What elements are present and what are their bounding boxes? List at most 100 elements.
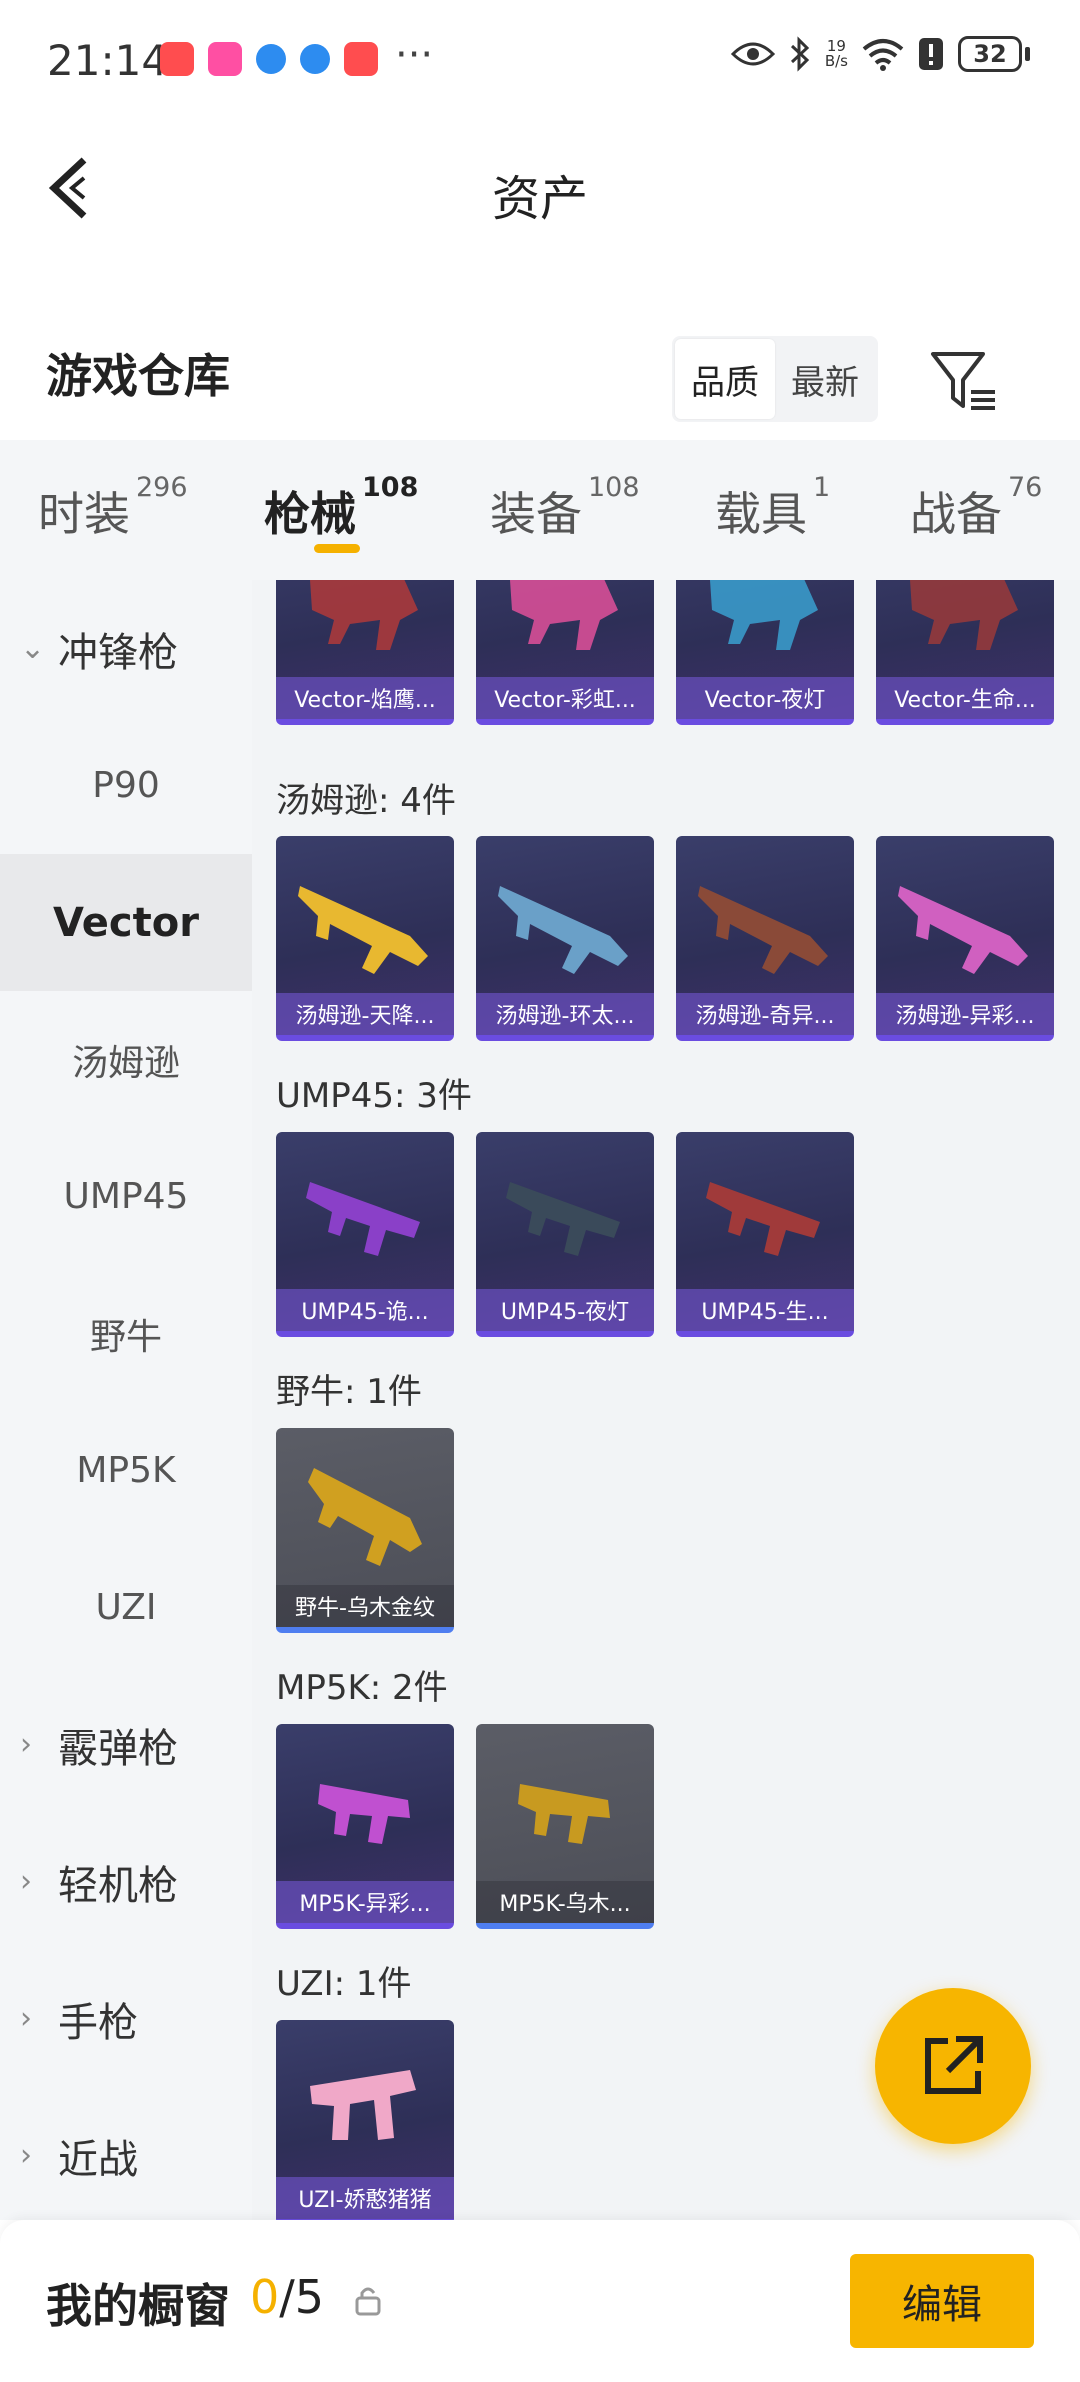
share-fab[interactable]: [875, 1988, 1031, 2144]
weapon-card[interactable]: UZI-娇憨猪猪: [276, 2020, 454, 2220]
warehouse-title: 游戏仓库: [46, 349, 230, 403]
card-caption: Vector-夜灯: [676, 677, 854, 719]
net-speed-unit: B/s: [824, 52, 848, 70]
system-icons: 19 B/s 32: [730, 36, 1030, 72]
tab-label: 时装: [38, 487, 130, 541]
weapon-card[interactable]: UMP45-夜灯: [476, 1132, 654, 1337]
battery-level: 32: [958, 36, 1022, 72]
card-caption: UMP45-夜灯: [476, 1289, 654, 1331]
tab-firearms[interactable]: 枪械 108: [264, 472, 418, 544]
sort-quality-button[interactable]: 品质: [675, 339, 775, 419]
sidebar-category-lmg[interactable]: › 轻机枪: [0, 1813, 252, 1950]
mp5k-gun-icon: [518, 1784, 610, 1844]
page-title: 资产: [491, 171, 588, 227]
bluetooth-icon: [790, 36, 809, 72]
group-label-uzi: UZI: 1件: [276, 1964, 412, 2004]
sidebar-item-vector[interactable]: Vector: [0, 854, 252, 991]
sidebar-category-smg[interactable]: ⌄ 冲锋枪: [0, 580, 252, 717]
sidebar-item-thompson[interactable]: 汤姆逊: [0, 991, 252, 1128]
weapon-card[interactable]: Vector-焰鹰...: [276, 580, 454, 725]
filter-button[interactable]: [925, 340, 1005, 420]
sidebar-item-ump45[interactable]: UMP45: [0, 1128, 252, 1265]
weapon-card[interactable]: 汤姆逊-异彩...: [876, 836, 1054, 1041]
shopping-bag-icon: [160, 42, 194, 76]
vector-gun-icon: [910, 580, 1018, 650]
weapon-card[interactable]: MP5K-乌木...: [476, 1724, 654, 1929]
weapon-card[interactable]: 野牛-乌木金纹: [276, 1428, 454, 1633]
page-header: 资产: [0, 125, 1080, 250]
tab-label: 战备: [910, 487, 1002, 541]
tab-equipment[interactable]: 装备 108: [490, 472, 640, 544]
tab-count: 108: [362, 472, 419, 503]
tab-battle-supplies[interactable]: 战备 76: [910, 472, 1042, 544]
warehouse-header: 游戏仓库 品质 最新: [0, 320, 1080, 440]
card-caption: Vector-生命...: [876, 677, 1054, 719]
weapon-card[interactable]: UMP45-诡...: [276, 1132, 454, 1337]
weapon-card[interactable]: MP5K-异彩...: [276, 1724, 454, 1929]
ump45-gun-icon: [506, 1182, 620, 1256]
weapon-card[interactable]: UMP45-生...: [676, 1132, 854, 1337]
vector-gun-icon: [510, 580, 618, 650]
sidebar-item-uzi[interactable]: UZI: [0, 1539, 252, 1676]
bison-gun-icon: [308, 1468, 422, 1566]
sort-toggle: 品质 最新: [672, 336, 878, 422]
thompson-gun-icon: [698, 886, 828, 974]
battery-icon: 32: [958, 36, 1030, 72]
chevron-right-icon: ›: [20, 1864, 32, 1899]
card-caption: UZI-娇憨猪猪: [276, 2177, 454, 2219]
weapon-card[interactable]: 汤姆逊-奇异...: [676, 836, 854, 1041]
tab-label: 装备: [490, 487, 582, 541]
showcase-count: 0/5: [250, 2270, 324, 2324]
wifi-icon: [862, 39, 904, 71]
filter-icon: [931, 352, 995, 410]
card-caption: UMP45-生...: [676, 1289, 854, 1331]
group-label-mp5k: MP5K: 2件: [276, 1668, 448, 1708]
app-screen: 21:14 ··· 19 B/s 32 资产 游戏仓库 品质 最新 时装 296…: [0, 0, 1080, 2382]
mp5k-gun-icon: [318, 1784, 410, 1844]
sidebar-category-shotgun[interactable]: › 霰弹枪: [0, 1676, 252, 1813]
sidebar-category-label: 近战: [58, 2136, 138, 2183]
shopping-bag-icon: [344, 42, 378, 76]
vector-gun-icon: [310, 580, 418, 650]
more-notifications-icon: ···: [395, 32, 434, 78]
showcase-current: 0: [250, 2270, 280, 2324]
lock-icon: [355, 2287, 381, 2316]
active-tab-indicator: [314, 544, 360, 553]
thompson-gun-icon: [498, 886, 628, 974]
chevron-right-icon: ›: [20, 2138, 32, 2173]
sidebar-item-bison[interactable]: 野牛: [0, 1265, 252, 1402]
weapon-card[interactable]: 汤姆逊-环太...: [476, 836, 654, 1041]
group-label-ump45: UMP45: 3件: [276, 1076, 472, 1116]
thompson-gun-icon: [298, 886, 428, 974]
tab-count: 296: [136, 472, 188, 503]
sidebar-category-melee[interactable]: › 近战: [0, 2087, 252, 2224]
weapon-card[interactable]: Vector-彩虹...: [476, 580, 654, 725]
sidebar-item-mp5k[interactable]: MP5K: [0, 1402, 252, 1539]
sidebar-category-pistol[interactable]: › 手枪: [0, 1950, 252, 2087]
tab-fashion[interactable]: 时装 296: [38, 472, 188, 544]
tab-count: 108: [588, 472, 640, 503]
tab-count: 1: [813, 472, 831, 503]
card-caption: 汤姆逊-异彩...: [876, 993, 1054, 1035]
weapon-card[interactable]: Vector-夜灯: [676, 580, 854, 725]
bilibili-icon: [208, 42, 242, 76]
sidebar-category-label: 轻机枪: [58, 1862, 178, 1909]
tab-vehicles[interactable]: 载具 1: [715, 472, 830, 544]
tab-label: 枪械: [264, 487, 356, 541]
card-caption: Vector-焰鹰...: [276, 677, 454, 719]
weapon-card[interactable]: 汤姆逊-天降...: [276, 836, 454, 1041]
network-speed: 19 B/s: [825, 39, 848, 69]
edit-button[interactable]: 编辑: [850, 2254, 1034, 2348]
alert-icon: [919, 38, 943, 70]
sort-newest-button[interactable]: 最新: [775, 339, 875, 419]
sidebar-item-p90[interactable]: P90: [0, 717, 252, 854]
group-label-thompson: 汤姆逊: 4件: [276, 781, 456, 821]
sidebar-category-label: 霰弹枪: [58, 1725, 178, 1772]
card-caption: UMP45-诡...: [276, 1289, 454, 1331]
sidebar-category-label: 冲锋枪: [58, 629, 178, 676]
weapon-sidebar: ⌄ 冲锋枪 P90 Vector 汤姆逊 UMP45 野牛 MP5K UZI › 霰…: [0, 580, 252, 2220]
status-bar: 21:14 ··· 19 B/s 32: [0, 0, 1080, 125]
weapon-card[interactable]: Vector-生命...: [876, 580, 1054, 725]
showcase-bar: 我的橱窗 0/5 编辑: [0, 2220, 1080, 2382]
ump45-gun-icon: [306, 1182, 420, 1256]
